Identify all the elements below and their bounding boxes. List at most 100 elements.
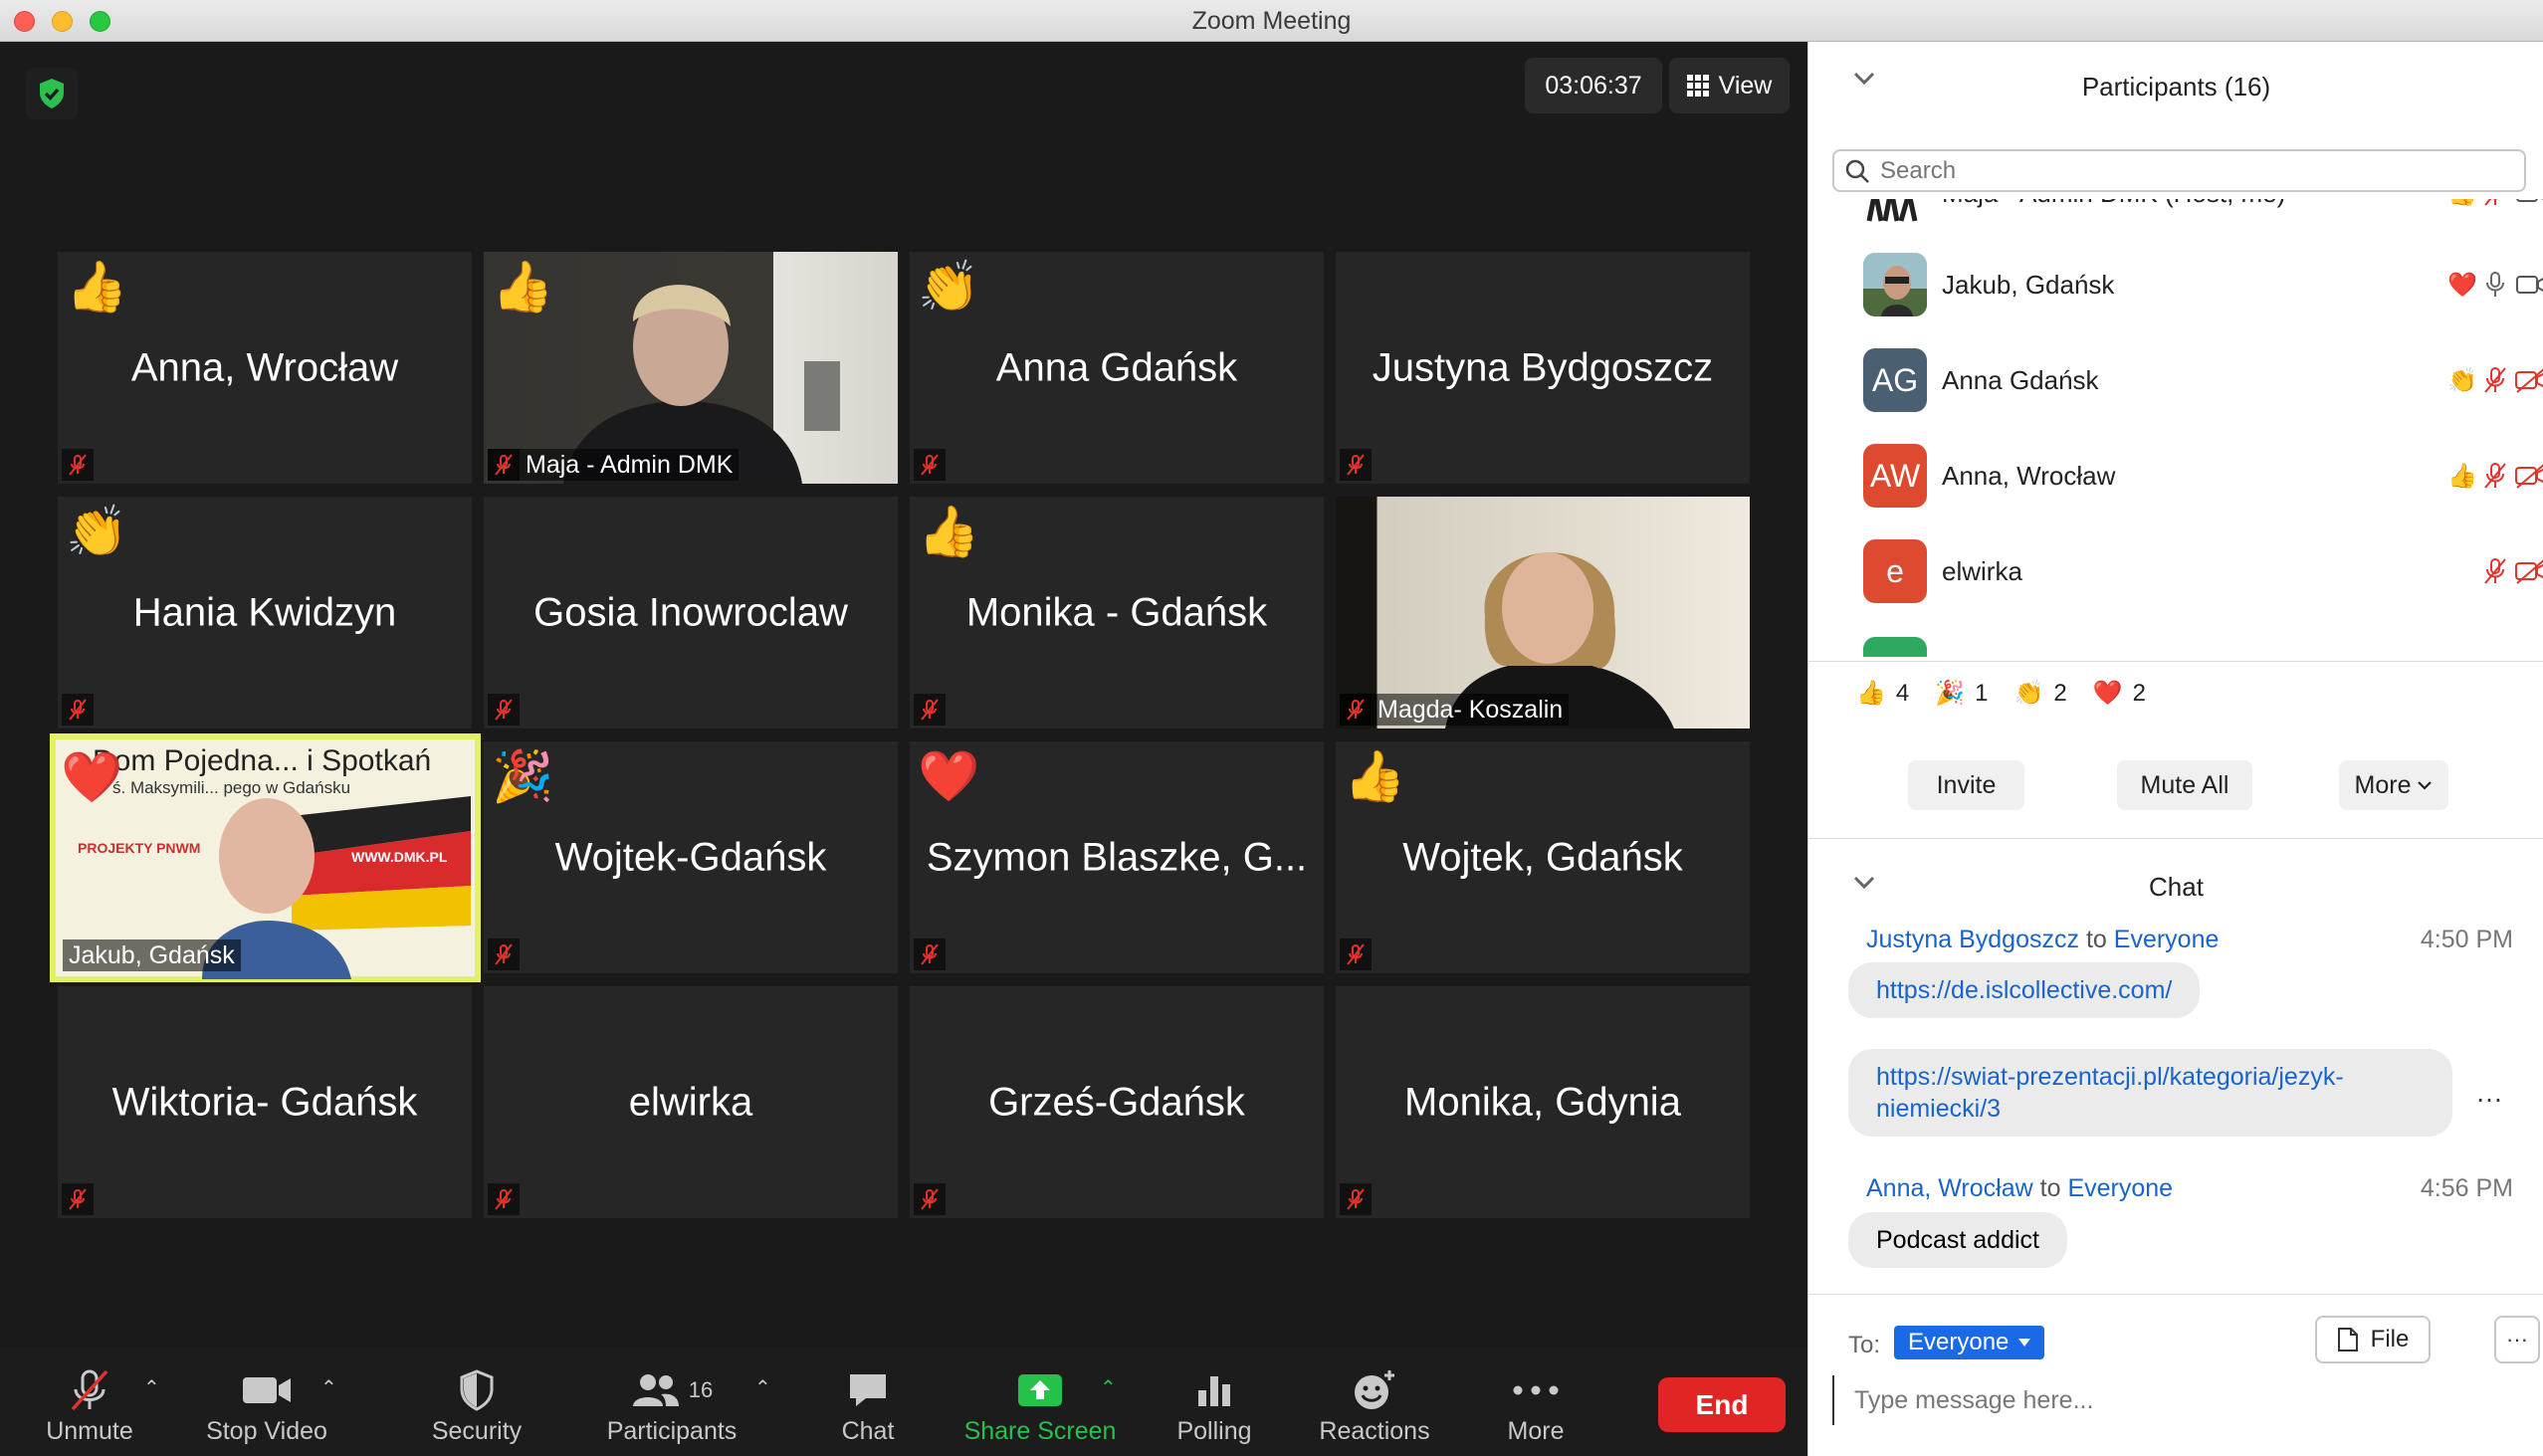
- muted-mic-icon[interactable]: [2475, 199, 2515, 213]
- unmute-button[interactable]: Unmute: [34, 1348, 145, 1456]
- chat-button[interactable]: Chat: [822, 1348, 914, 1456]
- clapping-hands-icon: 👏: [2013, 680, 2044, 707]
- video-tile[interactable]: Wiktoria- Gdańsk: [58, 986, 472, 1218]
- participant-row[interactable]: Jakub, Gdańsk ❤️: [1808, 237, 2543, 332]
- participant-row[interactable]: AW Anna, Wrocław 👍: [1808, 428, 2543, 523]
- video-off-icon[interactable]: [2511, 551, 2543, 591]
- video-tile[interactable]: 🎉 Wojtek-Gdańsk: [484, 741, 898, 973]
- encryption-shield-icon[interactable]: [26, 68, 78, 119]
- participants-options-caret-icon[interactable]: ⌃: [754, 1375, 771, 1400]
- polling-button[interactable]: Polling: [1169, 1348, 1259, 1456]
- more-options-button[interactable]: More: [2339, 760, 2448, 810]
- tile-name: Wojtek-Gdańsk: [554, 835, 827, 879]
- reaction-emoji: 👏: [66, 504, 128, 559]
- video-tile[interactable]: Magda- Koszalin: [1336, 497, 1750, 728]
- muted-mic-icon: [1340, 938, 1372, 970]
- video-off-icon[interactable]: [2511, 360, 2543, 400]
- participants-title: Participants (16): [2081, 72, 2271, 102]
- muted-mic-icon: [914, 1183, 946, 1215]
- chat-sender[interactable]: Anna, Wrocław: [1866, 1174, 2033, 1202]
- more-dots-icon: [1513, 1363, 1559, 1417]
- participants-icon-group: 16: [631, 1363, 713, 1417]
- avatar: AG: [1863, 348, 1927, 412]
- share-screen-button[interactable]: Share Screen: [955, 1348, 1125, 1456]
- muted-mic-icon: [914, 694, 946, 726]
- video-tile[interactable]: Justyna Bydgoszcz: [1336, 252, 1750, 484]
- reaction-emoji: ❤️: [918, 748, 980, 804]
- smiley-plus-icon: [1352, 1363, 1397, 1417]
- audio-options-caret-icon[interactable]: ⌃: [143, 1375, 160, 1400]
- file-button[interactable]: File: [2315, 1316, 2431, 1363]
- stop-video-button[interactable]: Stop Video: [197, 1348, 336, 1456]
- recipient-select[interactable]: Everyone: [1894, 1326, 2045, 1359]
- share-screen-icon: [1016, 1363, 1064, 1417]
- bar-chart-icon: [1194, 1363, 1234, 1417]
- participants-button[interactable]: 16 Participants: [597, 1348, 746, 1456]
- video-off-icon[interactable]: [2511, 456, 2543, 496]
- video-camera-icon[interactable]: [2511, 265, 2543, 305]
- tile-label: Magda- Koszalin: [1340, 694, 1570, 726]
- muted-mic-icon[interactable]: [2475, 551, 2515, 591]
- reaction-emoji: 👍: [918, 504, 980, 559]
- unmute-label: Unmute: [46, 1417, 133, 1445]
- active-speaker-tile[interactable]: Dom Pojedna... i Spotkań ś. Maksymili...…: [50, 733, 481, 982]
- muted-mic-icon[interactable]: [2475, 456, 2515, 496]
- video-tile[interactable]: Grześ-Gdańsk: [910, 986, 1324, 1218]
- banner-subtitle: ś. Maksymili... pego w Gdańsku: [112, 778, 351, 797]
- video-tile[interactable]: Gosia Inowroclaw: [484, 497, 898, 728]
- muted-mic-icon: [488, 449, 520, 481]
- video-camera-icon[interactable]: [2511, 199, 2543, 213]
- participant-search[interactable]: [1832, 149, 2526, 192]
- participant-list: Maja - Admin DMK (Host, me) 👍 Jakub, Gda…: [1808, 199, 2543, 662]
- video-tile[interactable]: 👍 Monika - Gdańsk: [910, 497, 1324, 728]
- participant-row[interactable]: Maja - Admin DMK (Host, me) 👍: [1808, 199, 2543, 241]
- heart-icon: ❤️: [2092, 680, 2123, 707]
- chat-recipient[interactable]: Everyone: [2114, 926, 2220, 953]
- mic-icon[interactable]: [2475, 265, 2515, 305]
- security-button[interactable]: Security: [422, 1348, 531, 1456]
- tile-name: elwirka: [628, 1080, 753, 1124]
- share-options-caret-icon[interactable]: ⌃: [1100, 1375, 1117, 1400]
- view-button[interactable]: View: [1669, 58, 1790, 113]
- chat-link-bubble[interactable]: https://de.islcollective.com/: [1848, 962, 2201, 1018]
- participants-label: Participants: [606, 1417, 738, 1445]
- video-tile[interactable]: ❤️ Szymon Blaszke, G...: [910, 741, 1324, 973]
- reaction-emoji: ❤️: [61, 749, 123, 805]
- message-input[interactable]: [1832, 1375, 2519, 1425]
- video-tile[interactable]: 👏 Hania Kwidzyn: [58, 497, 472, 728]
- more-button[interactable]: More: [1493, 1348, 1579, 1456]
- muted-mic-icon[interactable]: [2475, 360, 2515, 400]
- video-tile[interactable]: 👍 Anna, Wrocław: [58, 252, 472, 484]
- video-options-caret-icon[interactable]: ⌃: [320, 1375, 337, 1400]
- invite-button[interactable]: Invite: [1908, 760, 2024, 810]
- tile-name: Monika - Gdańsk: [965, 590, 1268, 634]
- chat-sender[interactable]: Justyna Bydgoszcz: [1866, 926, 2079, 953]
- participants-count: 16: [688, 1377, 714, 1402]
- video-tile[interactable]: elwirka: [484, 986, 898, 1218]
- participant-row[interactable]: e elwirka: [1808, 523, 2543, 619]
- chat-more-button[interactable]: ···: [2494, 1316, 2540, 1363]
- message-more-icon[interactable]: …: [2475, 1077, 2503, 1109]
- chat-link-bubble[interactable]: https://swiat-prezentacji.pl/kategoria/j…: [1848, 1049, 2452, 1137]
- reaction-count: 👍 4: [1856, 679, 1909, 708]
- reaction-count-value: 4: [1895, 679, 1910, 707]
- video-tile[interactable]: 👍 Wojtek, Gdańsk: [1336, 741, 1750, 973]
- video-tile[interactable]: 👏 Anna Gdańsk: [910, 252, 1324, 484]
- mute-all-button[interactable]: Mute All: [2117, 760, 2252, 810]
- chat-title: Chat: [2149, 872, 2204, 902]
- muted-mic-icon: [1340, 694, 1372, 726]
- participant-row[interactable]: AG Anna Gdańsk 👏: [1808, 332, 2543, 428]
- tile-name: Szymon Blaszke, G...: [926, 835, 1308, 879]
- recipient-value: Everyone: [1908, 1329, 2010, 1355]
- muted-mic-icon: [914, 449, 946, 481]
- meeting-stage: 03:06:37 View 👍 Anna, Wrocław 👍 Maja - A…: [0, 42, 1807, 1348]
- chat-recipient[interactable]: Everyone: [2067, 1174, 2173, 1202]
- reactions-button[interactable]: Reactions: [1314, 1348, 1435, 1456]
- search-input[interactable]: [1880, 156, 2477, 185]
- view-label: View: [1718, 71, 1773, 100]
- video-tile[interactable]: Monika, Gdynia: [1336, 986, 1750, 1218]
- end-meeting-button[interactable]: End: [1658, 1377, 1786, 1432]
- tile-name: Wiktoria- Gdańsk: [111, 1080, 418, 1124]
- video-tile[interactable]: 👍 Maja - Admin DMK: [484, 252, 898, 484]
- avatar: AW: [1863, 444, 1927, 508]
